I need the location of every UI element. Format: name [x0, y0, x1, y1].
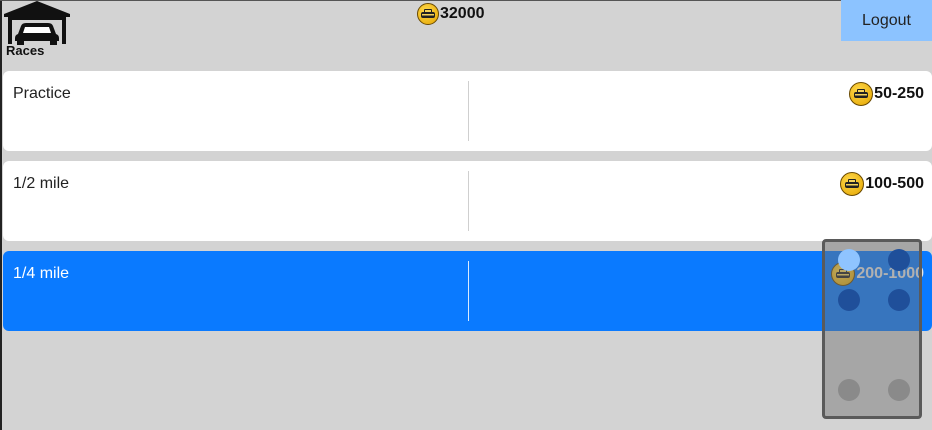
prize-range: 100-500 — [865, 175, 924, 192]
race-prize: 50-250 — [849, 81, 924, 107]
row-divider — [468, 171, 469, 231]
taxi-coin-icon — [840, 172, 865, 196]
balance-amount: 32000 — [440, 5, 485, 22]
gamepad-button-middle-left[interactable] — [838, 289, 860, 311]
coin-balance: 32000 — [417, 2, 485, 26]
row-divider — [468, 81, 469, 141]
taxi-coin-icon — [849, 82, 874, 106]
race-row-practice[interactable]: Practice 50-250 — [3, 71, 932, 151]
row-divider — [468, 261, 469, 321]
taxi-coin-icon — [417, 3, 439, 25]
window-border-top — [0, 0, 932, 1]
race-row-half-mile[interactable]: 1/2 mile 100-500 — [3, 161, 932, 241]
prize-range: 50-250 — [874, 85, 924, 102]
garage-car-icon[interactable] — [2, 0, 72, 46]
logout-button[interactable]: Logout — [841, 0, 932, 41]
gamepad-button-bottom-left[interactable] — [838, 379, 860, 401]
gamepad-button-top-left[interactable] — [838, 249, 860, 271]
gamepad-button-middle-right[interactable] — [888, 289, 910, 311]
race-name: Practice — [13, 85, 71, 102]
gamepad-button-top-right[interactable] — [888, 249, 910, 271]
race-prize: 100-500 — [840, 171, 924, 197]
gamepad-button-bottom-right[interactable] — [888, 379, 910, 401]
window-border-left — [0, 0, 2, 430]
race-name: 1/2 mile — [13, 175, 70, 192]
gamepad-overlay[interactable] — [822, 239, 922, 419]
race-row-quarter-mile[interactable]: 1/4 mile 200-1000 — [3, 251, 932, 331]
section-label: Races — [6, 43, 45, 58]
race-name: 1/4 mile — [13, 265, 70, 282]
